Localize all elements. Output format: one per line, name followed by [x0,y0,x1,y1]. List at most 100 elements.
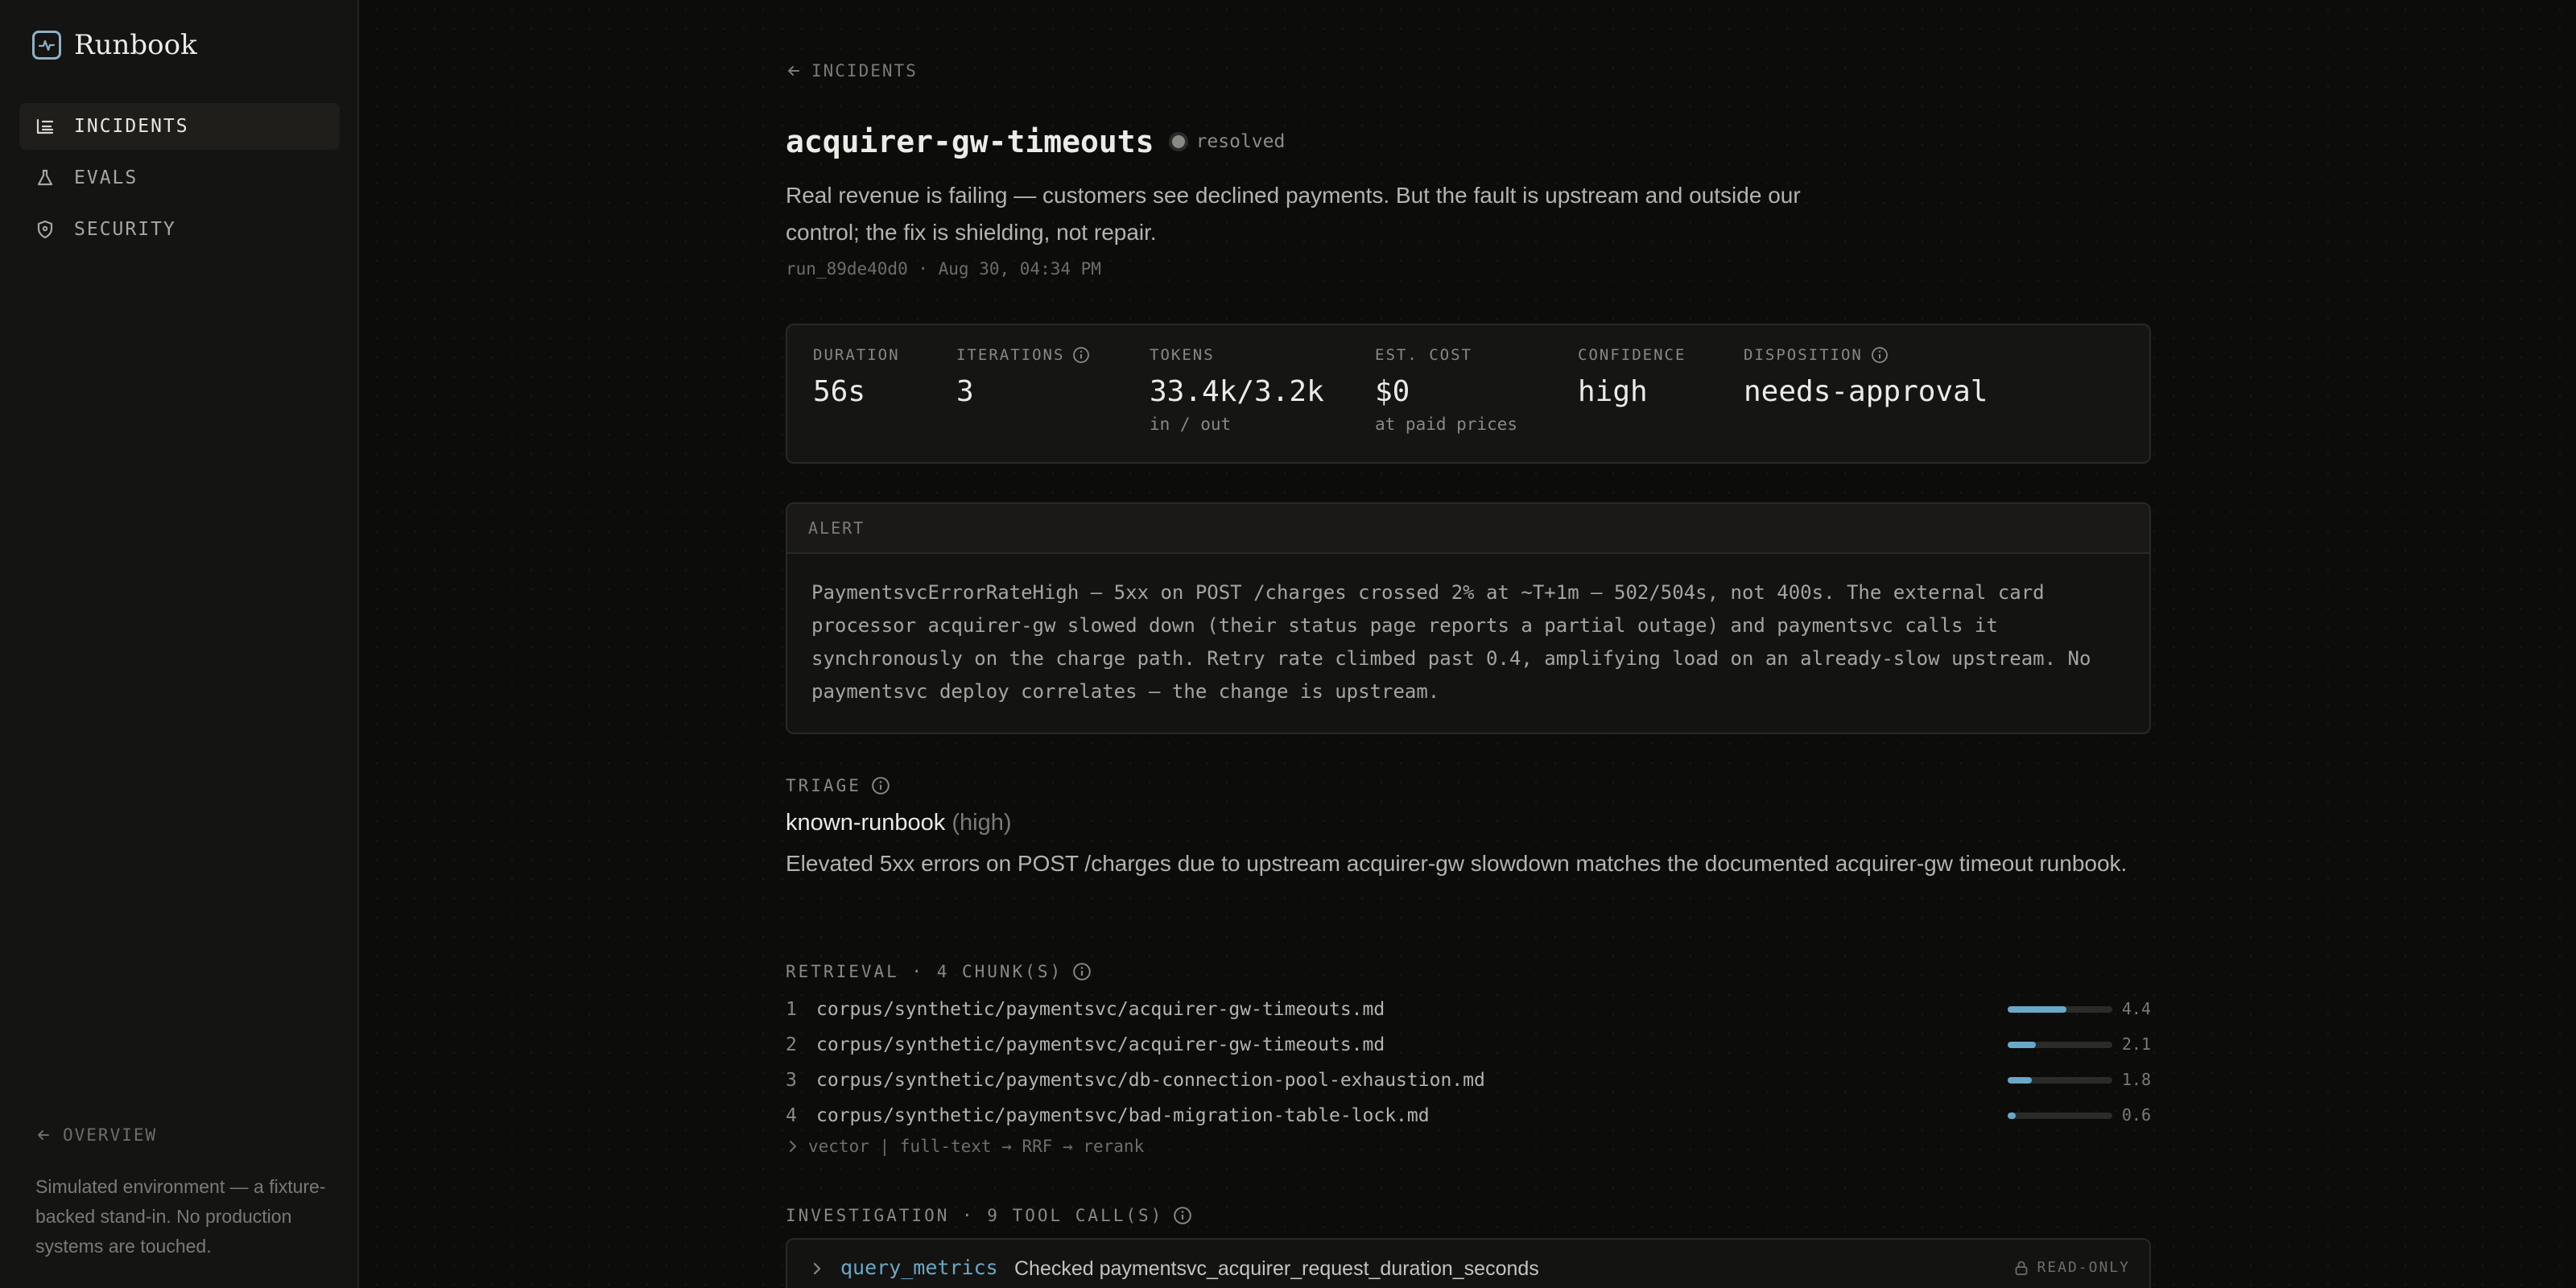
triage-explanation: Elevated 5xx errors on POST /charges due… [786,851,2128,876]
stat-iterations: ITERATIONS 3 [956,346,1090,408]
list-item[interactable]: 4 corpus/synthetic/paymentsvc/bad-migrat… [786,1098,2151,1133]
sidebar-item-label: INCIDENTS [74,116,189,137]
status-badge: resolved [1171,131,1286,152]
list-item[interactable]: 3 corpus/synthetic/paymentsvc/db-connect… [786,1063,2151,1098]
stat-label: EST. COST [1375,346,1472,364]
chunk-path[interactable]: corpus/synthetic/paymentsvc/db-connectio… [816,1070,1485,1091]
alert-panel: ALERT PaymentsvcErrorRateHigh — 5xx on P… [786,502,2151,734]
environment-disclaimer: Simulated environment — a fixture-backed… [35,1176,326,1257]
stat-confidence: CONFIDENCE high [1578,346,1686,408]
badge-text: READ-ONLY [2037,1259,2130,1276]
chunk-rank: 3 [786,1070,797,1091]
chunk-path[interactable]: corpus/synthetic/paymentsvc/acquirer-gw-… [816,999,1385,1020]
stat-label-text: ITERATIONS [956,346,1065,364]
sidebar-item-incidents[interactable]: INCIDENTS [19,103,340,150]
stat-label: DISPOSITION [1744,346,1988,364]
list-item[interactable]: 2 corpus/synthetic/paymentsvc/acquirer-g… [786,1027,2151,1063]
retrieval-chunk-list: 1 corpus/synthetic/paymentsvc/acquirer-g… [786,992,2151,1133]
chevron-right-icon [790,1141,796,1152]
info-icon[interactable] [1173,1206,1192,1225]
chunk-rank: 2 [786,1034,797,1055]
run-meta: run_89de40d0 · Aug 30, 04:34 PM [786,259,1101,279]
triage-classification: known-runbook (high) [786,810,1012,836]
list-item[interactable]: 1 corpus/synthetic/paymentsvc/acquirer-g… [786,992,2151,1027]
section-label-text: INVESTIGATION · 9 TOOL CALL(S) [786,1206,1164,1225]
brand[interactable]: Runbook [32,29,197,61]
chunk-rank: 1 [786,999,797,1020]
stat-est-cost: EST. COST $0 at paid prices [1375,346,1517,434]
section-label-text: RETRIEVAL · 4 CHUNK(S) [786,962,1063,981]
stat-label: DURATION [813,346,900,364]
retrieval-pipeline-toggle[interactable]: vector ∣ full-text → RRF → rerank [787,1137,1144,1156]
title-row: acquirer-gw-timeouts resolved [786,124,1285,159]
tool-call-row[interactable]: query_metrics Checked paymentsvc_acquire… [786,1238,2151,1288]
triage-confidence: (high) [952,810,1012,836]
sidebar-item-label: SECURITY [74,219,176,240]
sidebar: Runbook INCIDENTS EVALS SECURITY OVERVIE… [0,0,359,1288]
back-label: INCIDENTS [811,61,918,80]
stat-sub: in / out [1150,415,1232,434]
run-stats-panel: DURATION 56s ITERATIONS 3 TOKENS 33.4k/3… [786,324,2151,464]
investigation-heading: INVESTIGATION · 9 TOOL CALL(S) [786,1206,1192,1225]
alert-body: PaymentsvcErrorRateHigh — 5xx on POST /c… [811,581,2091,703]
page-title: acquirer-gw-timeouts [786,124,1154,159]
status-dot-icon [1171,135,1185,148]
info-icon[interactable] [1871,346,1889,364]
stat-value: 56s [813,375,866,408]
chunk-score-fill [2008,1006,2066,1013]
status-text: resolved [1195,131,1286,152]
triage-heading: TRIAGE [786,776,890,795]
info-icon[interactable] [1072,346,1090,364]
sidebar-item-evals[interactable]: EVALS [19,155,340,201]
stat-tokens: TOKENS 33.4k/3.2k in / out [1150,346,1324,434]
info-icon[interactable] [871,776,890,795]
flask-icon [37,169,53,186]
chunk-score-fill [2008,1042,2037,1048]
sidebar-nav: INCIDENTS EVALS SECURITY [19,103,340,258]
pulse-icon [32,31,61,60]
stat-value: high [1578,375,1648,408]
chunk-score-fill [2008,1113,2017,1119]
chunk-score: 2.1 [2121,1034,2151,1054]
overview-label: OVERVIEW [63,1125,158,1145]
arrow-left-icon [788,66,799,76]
stat-value: 3 [956,375,974,408]
triage-type: known-runbook [786,810,946,836]
stat-value: $0 [1375,375,1410,408]
retrieval-heading: RETRIEVAL · 4 CHUNK(S) [786,962,1092,981]
stat-label-text: DISPOSITION [1744,346,1863,364]
stat-disposition: DISPOSITION needs-approval [1744,346,1988,408]
back-to-incidents-link[interactable]: INCIDENTS [786,61,918,80]
shield-icon [37,220,53,239]
chunk-score-bar [2008,1077,2112,1084]
chunk-score-bar [2008,1113,2112,1119]
overview-link[interactable]: OVERVIEW [35,1125,157,1145]
section-label-text: TRIAGE [786,776,861,795]
tool-description: Checked paymentsvc_acquirer_request_dura… [1014,1257,1539,1280]
sidebar-item-security[interactable]: SECURITY [19,206,340,253]
chunk-path[interactable]: corpus/synthetic/paymentsvc/bad-migratio… [816,1105,1430,1126]
read-only-badge: READ-ONLY [2014,1259,2130,1276]
list-icon [36,118,54,134]
chunk-score: 1.8 [2121,1070,2151,1089]
stat-duration: DURATION 56s [813,346,900,408]
stat-label: TOKENS [1150,346,1215,364]
stat-label: ITERATIONS [956,346,1090,364]
info-icon[interactable] [1072,962,1092,981]
chevron-right-icon [813,1262,821,1275]
arrow-left-icon [38,1130,49,1140]
chunk-score-bar [2008,1006,2112,1013]
chunk-score-fill [2008,1077,2032,1084]
brand-name: Runbook [74,29,197,61]
chunk-rank: 4 [786,1105,797,1126]
stat-value: needs-approval [1744,375,1988,408]
sidebar-item-label: EVALS [74,167,138,188]
chunk-path[interactable]: corpus/synthetic/paymentsvc/acquirer-gw-… [816,1034,1385,1055]
tool-name: query_metrics [840,1256,998,1279]
stat-label: CONFIDENCE [1578,346,1686,364]
lock-icon [2016,1261,2028,1275]
chunk-score-bar [2008,1042,2112,1048]
incident-summary: Real revenue is failing — customers see … [786,183,1801,245]
stat-value: 33.4k/3.2k [1150,375,1324,408]
stat-sub: at paid prices [1375,415,1518,434]
